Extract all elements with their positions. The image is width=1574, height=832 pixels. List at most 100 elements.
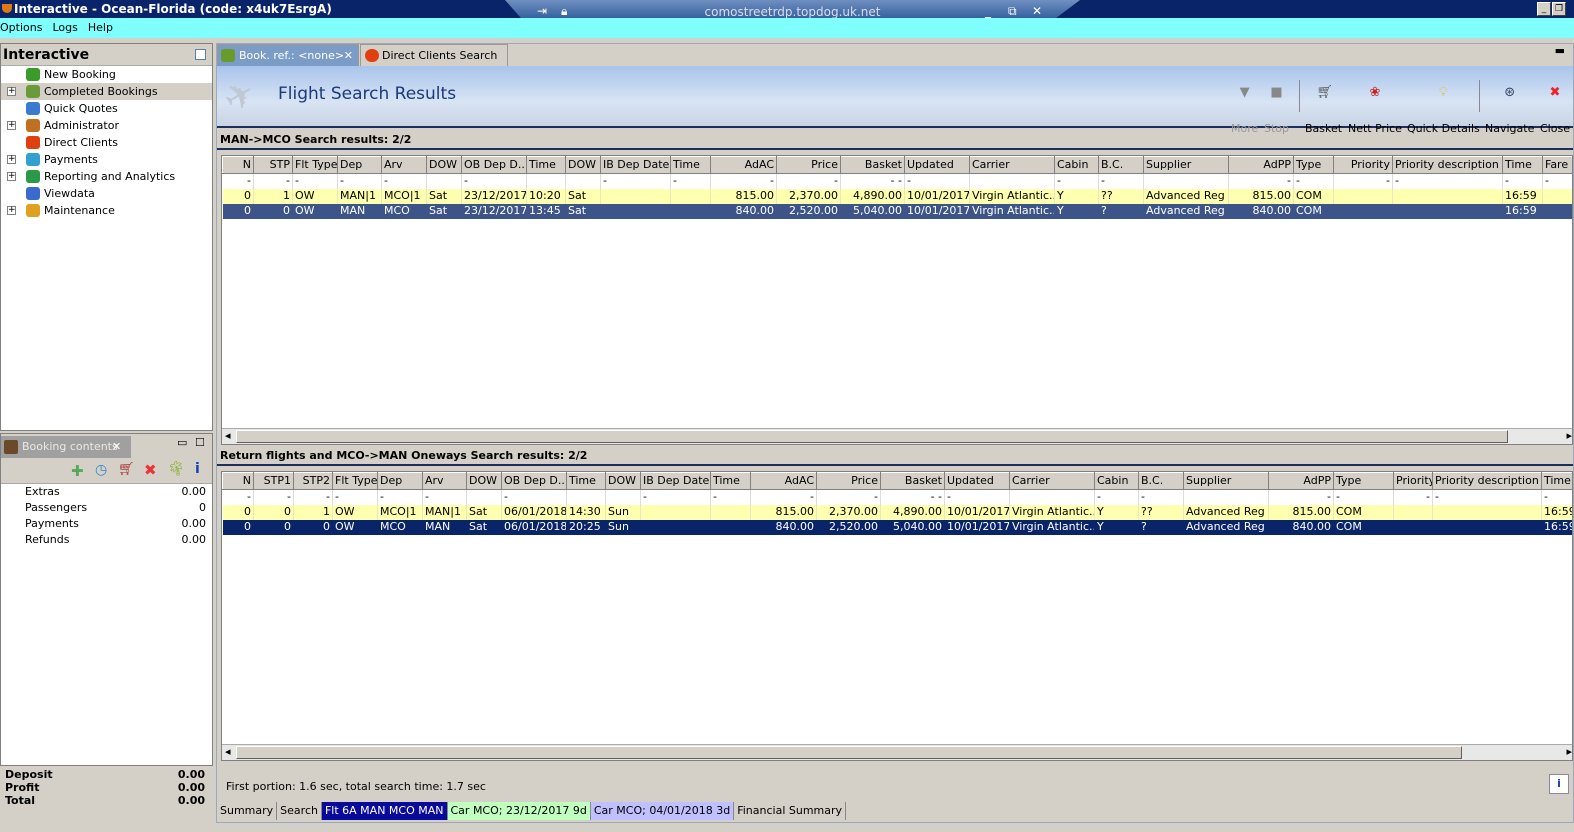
filter-cell[interactable]: - [253, 489, 294, 505]
sidebar-item-administrator[interactable]: + Administrator [1, 117, 212, 134]
filter-cell[interactable]: - [1054, 173, 1099, 189]
tab-booking[interactable]: Book. ref.: <none> ✕ [217, 44, 359, 66]
filter-cell[interactable]: - [1392, 173, 1503, 189]
filter-cell[interactable]: - [1541, 489, 1572, 505]
expand-icon[interactable]: + [7, 87, 16, 96]
info-button[interactable]: i [1549, 774, 1569, 794]
column-header[interactable]: Arv [422, 472, 467, 490]
column-header[interactable]: Carrier [1009, 472, 1095, 490]
column-header[interactable]: Time [670, 156, 711, 174]
expand-icon[interactable]: + [7, 172, 16, 181]
column-header[interactable]: B.C. [1138, 472, 1184, 490]
sidebar-item-direct-clients[interactable]: Direct Clients [1, 134, 212, 151]
filter-cell[interactable] [565, 173, 601, 189]
filter-cell[interactable]: - [1098, 173, 1144, 189]
sidebar-item-quick-quotes[interactable]: Quick Quotes [1, 100, 212, 117]
filter-cell[interactable]: - [1138, 489, 1184, 505]
column-header[interactable]: Time [1502, 156, 1543, 174]
rdp-close-button[interactable]: ✕ [1032, 4, 1042, 18]
column-header[interactable]: Updated [904, 156, 970, 174]
toolbar-close-button[interactable]: ✖ Close [1540, 86, 1570, 136]
expand-icon[interactable]: + [7, 155, 16, 164]
filter-cell[interactable]: - [1293, 173, 1334, 189]
minimize-button[interactable]: _ [1537, 2, 1551, 16]
column-header[interactable]: Time [1541, 472, 1572, 490]
filter-cell[interactable]: - [293, 489, 333, 505]
column-header[interactable]: Supplier [1143, 156, 1229, 174]
minimize-icon[interactable]: ▬ [1555, 44, 1565, 57]
palm-tree-icon[interactable]: 🌴︎ [167, 461, 185, 477]
filter-cell[interactable]: - [222, 173, 254, 189]
column-header[interactable]: DOW [466, 472, 502, 490]
filter-cell[interactable]: - - [880, 489, 945, 505]
column-header[interactable]: AdPP [1268, 472, 1334, 490]
filter-cell[interactable] [1143, 173, 1229, 189]
table-row[interactable]: 0 0 0 OW MCO MAN Sat 06/01/2018 20:25 Sun 840.00 2,… [222, 519, 1572, 535]
filter-cell[interactable]: - [710, 173, 777, 189]
column-header[interactable]: IB Dep Date [600, 156, 671, 174]
toolbar-basket-button[interactable]: 🛒︎ Basket [1305, 86, 1342, 136]
column-header[interactable]: AdAC [750, 472, 817, 490]
menu-options[interactable]: Options [0, 21, 42, 34]
sidebar-item-completed-bookings[interactable]: + Completed Bookings [1, 83, 212, 100]
filter-cell[interactable]: - [750, 489, 817, 505]
column-header[interactable]: Flt Type [332, 472, 378, 490]
column-header[interactable]: Type [1293, 156, 1334, 174]
filter-cell[interactable] [566, 489, 606, 505]
rdp-minimize-button[interactable]: _ [985, 4, 991, 18]
bottom-tab-financial-summary[interactable]: Financial Summary [734, 802, 847, 820]
filter-cell[interactable]: - [1333, 489, 1394, 505]
collapse-icon[interactable] [195, 49, 206, 60]
bottom-tab-flt-6a-man-mco-man[interactable]: Flt 6A MAN MCO MAN [321, 802, 448, 820]
column-header[interactable]: Type [1333, 472, 1394, 490]
sidebar-item-viewdata[interactable]: Viewdata [1, 185, 212, 202]
filter-cell[interactable]: - [1094, 489, 1139, 505]
filter-cell[interactable]: - [816, 489, 881, 505]
filter-cell[interactable] [426, 173, 462, 189]
minimize-icon[interactable]: ▭ [177, 436, 187, 449]
filter-cell[interactable]: - [1502, 173, 1543, 189]
add-icon[interactable]: ✚ [71, 462, 84, 480]
toolbar-nett-price-button[interactable]: ❀ Nett Price [1348, 86, 1402, 136]
toolbar-quick-details-button[interactable]: 💡︎ Quick Details [1407, 86, 1480, 136]
filter-cell[interactable] [969, 173, 1055, 189]
toolbar-more-button[interactable]: ▼ More [1231, 86, 1258, 136]
menu-logs[interactable]: Logs [52, 21, 77, 34]
column-header[interactable]: AdPP [1228, 156, 1294, 174]
expand-icon[interactable]: + [7, 206, 16, 215]
basket-transfer-icon[interactable]: 🛒︎ [118, 462, 135, 477]
column-header[interactable]: Updated [944, 472, 1010, 490]
column-header[interactable]: Time [526, 156, 566, 174]
filter-cell[interactable]: - [422, 489, 467, 505]
column-header[interactable]: N [222, 472, 254, 490]
filter-cell[interactable]: - [670, 173, 711, 189]
filter-cell[interactable] [1009, 489, 1095, 505]
filter-cell[interactable] [526, 173, 566, 189]
filter-cell[interactable] [605, 489, 641, 505]
filter-cell[interactable]: - [332, 489, 378, 505]
filter-cell[interactable]: - [904, 173, 970, 189]
tab-direct-clients-search[interactable]: Direct Clients Search [360, 44, 508, 66]
table-row[interactable]: 0 1 OW MAN|1 MCO|1 Sat 23/12/2017 10:20 Sat 815.0… [222, 188, 1572, 204]
filter-cell[interactable]: - [501, 489, 567, 505]
bottom-tab-car-mco-04-01-2018-3d[interactable]: Car MCO; 04/01/2018 3d [590, 802, 735, 820]
column-header[interactable]: Price [776, 156, 841, 174]
filter-cell[interactable]: - [710, 489, 751, 505]
column-header[interactable]: Time [710, 472, 751, 490]
column-header[interactable]: Priority [1393, 472, 1433, 490]
column-header[interactable]: OB Dep D... [461, 156, 527, 174]
filter-cell[interactable]: - [1228, 173, 1294, 189]
filter-cell[interactable]: - [337, 173, 382, 189]
column-header[interactable]: STP1 [253, 472, 294, 490]
column-header[interactable]: STP2 [293, 472, 333, 490]
filter-cell[interactable]: - - [840, 173, 905, 189]
sidebar-item-new-booking[interactable]: New Booking [1, 66, 212, 83]
toolbar-navigate-button[interactable]: ⊛ Navigate [1485, 86, 1534, 136]
filter-cell[interactable]: - [640, 489, 711, 505]
column-header[interactable]: Dep [377, 472, 423, 490]
bottom-tab-summary[interactable]: Summary [217, 802, 278, 820]
filter-cell[interactable] [466, 489, 502, 505]
column-header[interactable]: Supplier [1183, 472, 1269, 490]
column-header[interactable]: AdAC [710, 156, 777, 174]
column-header[interactable]: Fare [1542, 156, 1572, 174]
